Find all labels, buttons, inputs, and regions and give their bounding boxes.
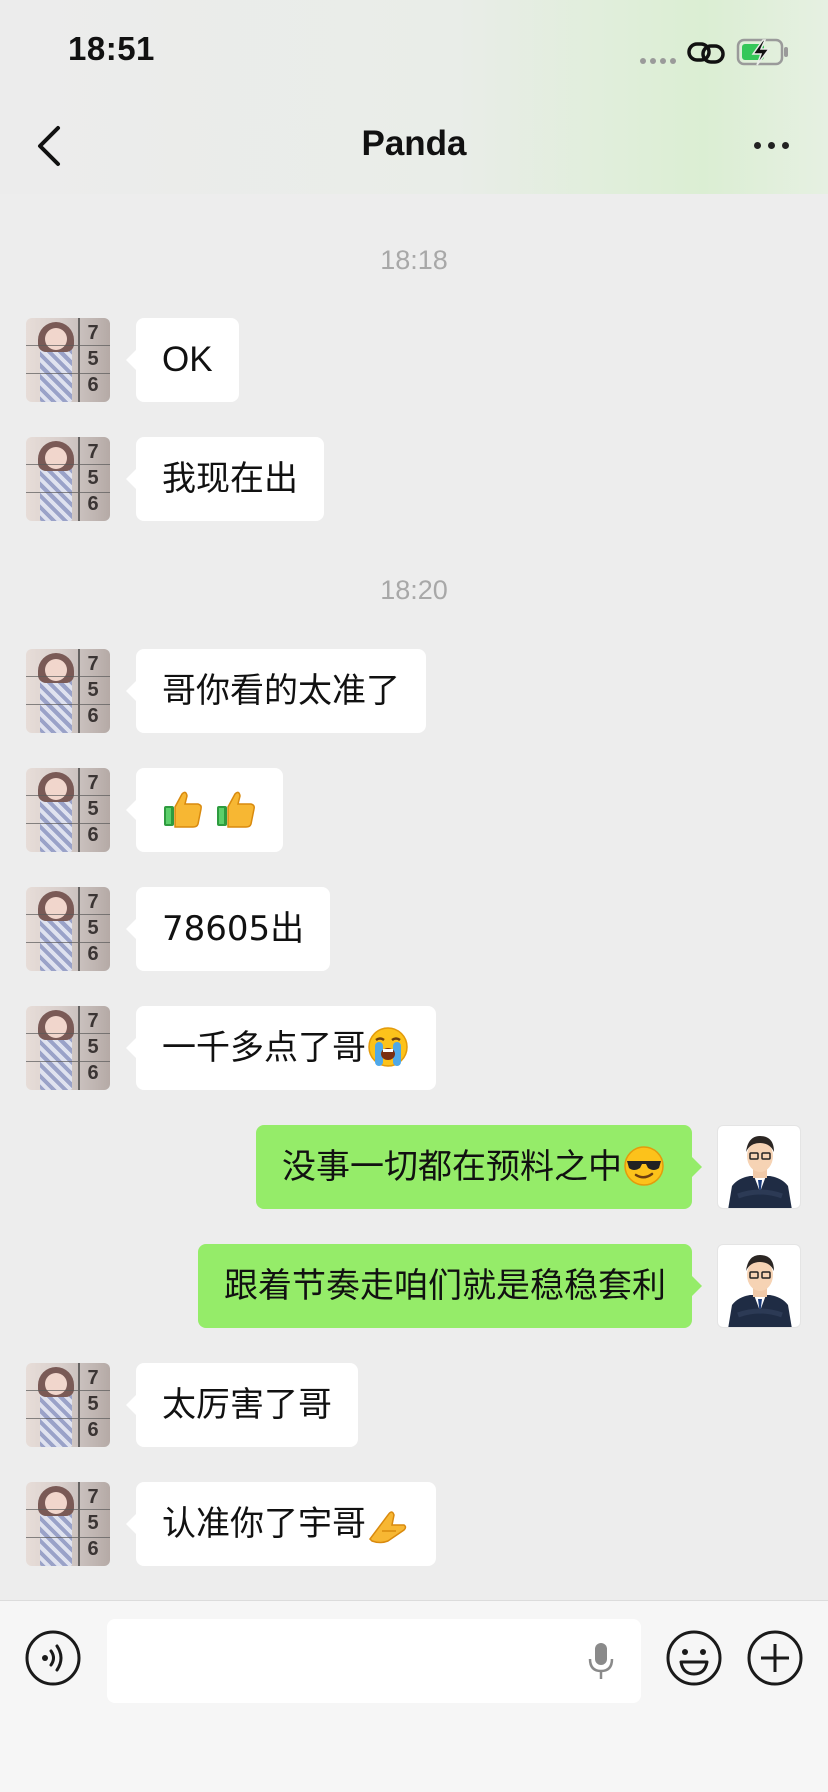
thumbs-up-emoji — [216, 791, 255, 828]
smiling-face-with-sunglasses-emoji — [624, 1145, 664, 1186]
message-bubble-in[interactable]: 哥你看的太准了 — [126, 649, 426, 733]
battery-icon — [736, 38, 788, 66]
contact-avatar[interactable]: 756 — [26, 437, 110, 521]
message-input[interactable] — [107, 1619, 641, 1703]
contact-avatar[interactable]: 756 — [26, 1006, 110, 1090]
emoji-icon[interactable] — [665, 1629, 723, 1687]
link-icon — [687, 42, 725, 64]
message-timestamp: 18:18 — [380, 245, 448, 275]
input-bar — [0, 1600, 828, 1792]
user-avatar[interactable] — [717, 1125, 801, 1209]
message-timestamp: 18:20 — [380, 575, 448, 605]
message-bubble-out[interactable]: 跟着节奏走咱们就是稳稳套利 — [198, 1244, 702, 1328]
thumbs-up-emoji — [164, 791, 202, 828]
message-bubble-in[interactable]: 78605出 — [125, 887, 331, 971]
contact-avatar[interactable]: 756 — [26, 887, 110, 971]
voice-icon[interactable] — [24, 1629, 82, 1687]
signal-icon — [640, 58, 676, 64]
contact-avatar[interactable]: 756 — [26, 649, 110, 733]
plus-icon[interactable] — [746, 1629, 804, 1687]
top-bar: 18:51 Panda — [0, 0, 828, 194]
contact-avatar[interactable]: 756 — [26, 1482, 110, 1566]
mic-icon[interactable] — [586, 1641, 616, 1681]
message-bubble-in[interactable]: 认准你了宇哥 — [126, 1482, 436, 1566]
status-time: 18:51 — [68, 30, 155, 67]
businessman-avatar-icon — [728, 1255, 792, 1327]
chat-title: Panda — [361, 124, 467, 163]
message-bubble-out[interactable]: 没事一切都在预料之中 — [256, 1125, 702, 1209]
message-bubble-in[interactable]: OK — [126, 318, 239, 402]
user-avatar[interactable] — [717, 1244, 801, 1328]
contact-avatar[interactable]: 756 — [26, 318, 110, 402]
businessman-avatar-icon — [728, 1136, 792, 1208]
loudly-crying-face-emoji — [368, 1026, 408, 1067]
contact-avatar[interactable]: 756 — [26, 1363, 110, 1447]
folded-hands-emoji — [369, 1510, 407, 1543]
message-bubble-in[interactable]: 一千多点了哥 — [126, 1006, 436, 1090]
message-bubble-in[interactable]: 太厉害了哥 — [126, 1363, 358, 1447]
message-bubble-in[interactable]: 我现在出 — [126, 437, 324, 521]
contact-avatar[interactable]: 756 — [26, 768, 110, 852]
message-bubble-in[interactable] — [126, 768, 283, 852]
more-icon[interactable] — [754, 142, 789, 149]
